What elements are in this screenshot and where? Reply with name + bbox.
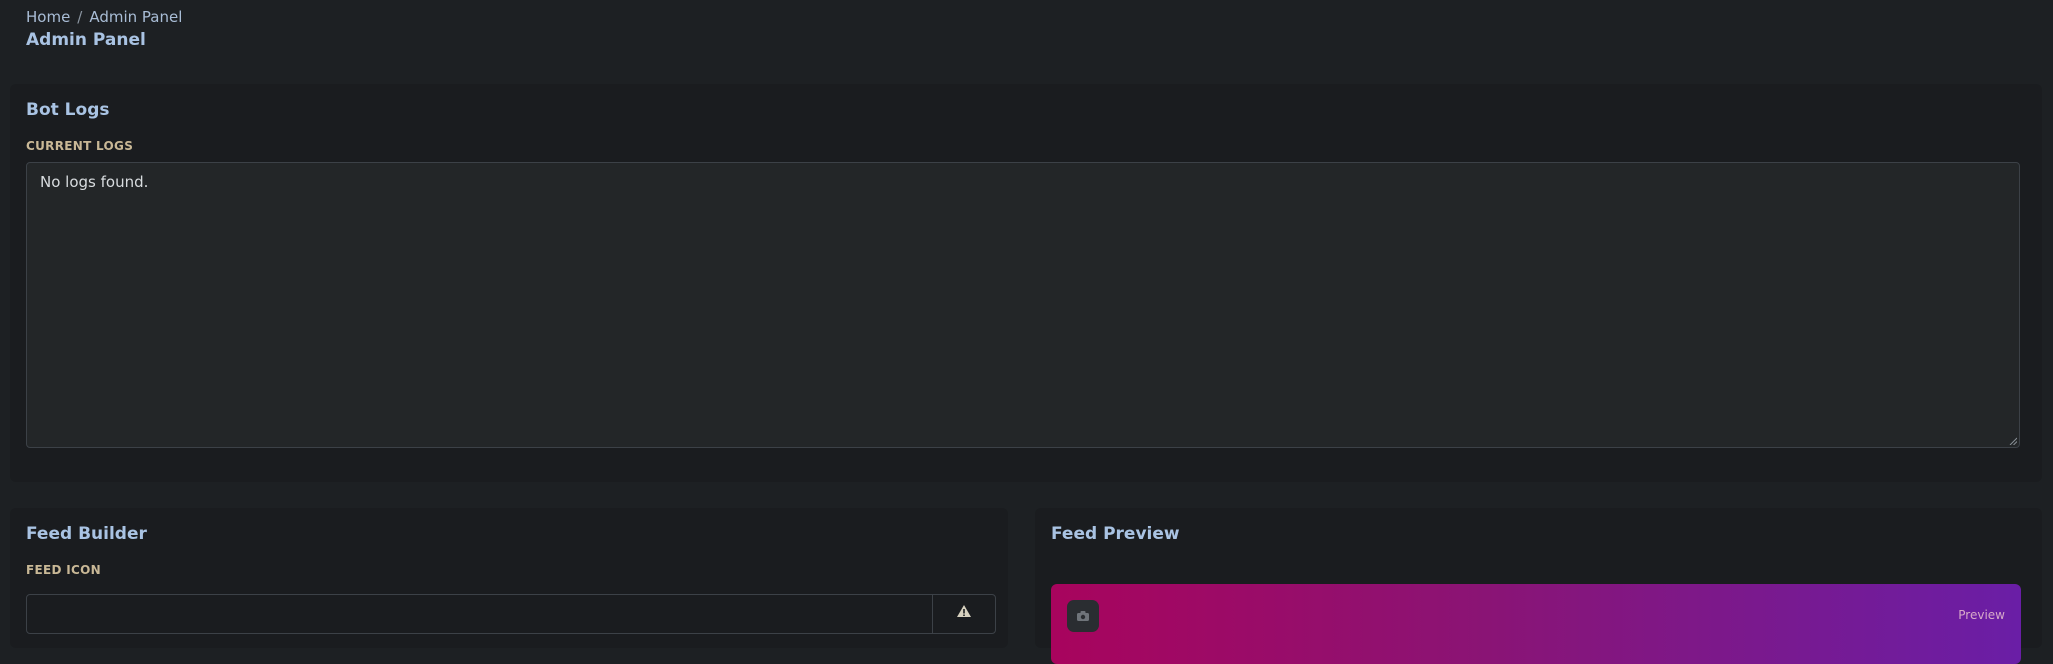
resize-grip-icon[interactable]	[2009, 437, 2017, 445]
feed-preview-title: Feed Preview	[1051, 524, 1180, 544]
breadcrumb-home-link[interactable]: Home	[26, 8, 70, 26]
current-logs-label: CURRENT LOGS	[26, 139, 134, 153]
logs-content: No logs found.	[40, 173, 149, 191]
breadcrumb-separator: /	[77, 8, 83, 26]
bot-logs-card: Bot Logs CURRENT LOGS No logs found.	[10, 84, 2042, 482]
camera-icon	[1077, 611, 1089, 621]
feed-icon-input-group	[26, 594, 996, 634]
current-logs-textarea[interactable]: No logs found.	[26, 162, 2020, 448]
feed-builder-title: Feed Builder	[26, 524, 147, 544]
breadcrumb: Home / Admin Panel	[26, 6, 182, 28]
feed-preview-banner: Preview	[1051, 584, 2021, 664]
breadcrumb-current[interactable]: Admin Panel	[89, 8, 182, 26]
feed-icon-input[interactable]	[27, 595, 932, 633]
page-header: Home / Admin Panel Admin Panel	[26, 6, 182, 50]
feed-icon-addon	[932, 595, 995, 633]
feed-preview-avatar	[1067, 600, 1099, 632]
page-title: Admin Panel	[26, 30, 146, 50]
feed-icon-label: FEED ICON	[26, 563, 101, 577]
preview-badge: Preview	[1958, 608, 2005, 622]
bot-logs-title: Bot Logs	[26, 100, 110, 120]
feed-preview-card: Feed Preview Preview	[1035, 508, 2042, 664]
warning-icon	[957, 605, 971, 617]
feed-builder-card: Feed Builder FEED ICON	[10, 508, 1008, 648]
